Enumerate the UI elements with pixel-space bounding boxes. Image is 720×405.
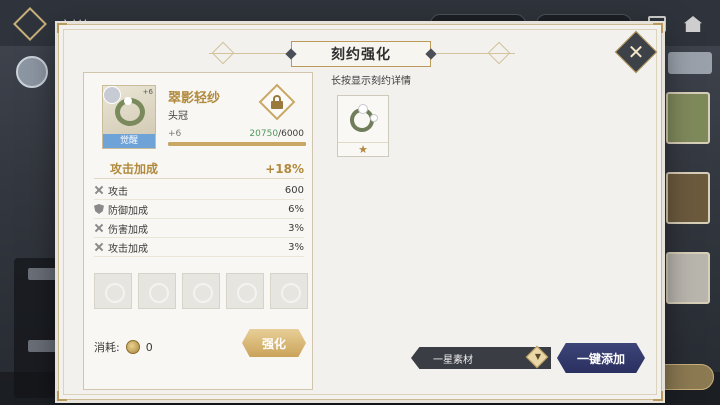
chevron-down-icon[interactable]: ▼ xyxy=(533,351,543,361)
corner-ornament xyxy=(653,391,663,401)
item-name: 翠影轻纱 xyxy=(168,91,221,106)
sword-icon xyxy=(94,185,104,195)
corner-ornament xyxy=(653,23,663,33)
wreath-icon xyxy=(115,97,145,126)
sub-stat-row: 攻击 600 xyxy=(94,181,304,200)
item-thumbnail[interactable]: +6 觉醒 xyxy=(102,85,156,149)
material-slot[interactable] xyxy=(226,273,264,309)
cost-label: 消耗: xyxy=(94,341,120,354)
sub-stat-row: 伤害加成 3% xyxy=(94,219,304,238)
sub-stat-value: 3% xyxy=(288,241,304,253)
sub-stat-name: 攻击加成 xyxy=(108,243,148,255)
sub-stat-name: 伤害加成 xyxy=(108,224,148,236)
thumb-level: +6 xyxy=(142,88,153,96)
corner-ornament xyxy=(57,23,67,33)
awaken-label: 觉醒 xyxy=(103,134,155,148)
enhance-modal: 刻约强化 ✕ +6 觉醒 翠影轻纱 头冠 +6 20750/6000 攻击加成 … xyxy=(57,23,663,401)
enhance-button[interactable]: 强化 xyxy=(242,329,306,357)
main-stat-name: 攻击加成 xyxy=(110,162,159,176)
coin-icon xyxy=(125,340,140,354)
sub-stat-value: 6% xyxy=(288,203,304,215)
material-slot[interactable] xyxy=(182,273,220,309)
sub-stats-list: 攻击 600 防御加成 6% 伤害加成 3% 攻击加成 3% xyxy=(94,181,304,257)
sub-stat-row: 防御加成 6% xyxy=(94,200,304,219)
material-slot[interactable] xyxy=(138,273,176,309)
xp-readout: 20750/6000 xyxy=(249,129,304,139)
xp-bar-fill xyxy=(168,142,306,146)
wreath-icon xyxy=(344,100,382,140)
xp-bar xyxy=(168,142,306,146)
material-item[interactable]: ★ xyxy=(337,95,389,157)
modal-title: 刻约强化 xyxy=(331,47,391,63)
sword-icon xyxy=(94,242,104,252)
xp-current: 20750 xyxy=(249,129,279,139)
sub-stat-value: 600 xyxy=(284,184,304,196)
sub-stat-name: 防御加成 xyxy=(108,205,148,217)
item-type: 头冠 xyxy=(168,111,188,122)
material-slot[interactable] xyxy=(270,273,308,309)
lock-icon[interactable] xyxy=(270,95,284,109)
background-item-card[interactable] xyxy=(666,92,710,144)
cost-value: 0 xyxy=(145,340,153,354)
shield-icon xyxy=(94,204,104,214)
star-icon: ★ xyxy=(338,142,388,156)
sword-icon xyxy=(94,223,104,233)
sub-stat-row: 攻击加成 3% xyxy=(94,238,304,257)
sub-stat-value: 3% xyxy=(288,222,304,234)
material-slot[interactable] xyxy=(94,273,132,309)
background-item-card[interactable] xyxy=(666,252,710,304)
xp-max: /6000 xyxy=(278,129,304,139)
sub-stat-name: 攻击 xyxy=(108,186,128,198)
item-card: +6 觉醒 翠影轻纱 头冠 +6 20750/6000 攻击加成 +18% 攻击… xyxy=(83,72,313,390)
main-stat-value: +18% xyxy=(265,161,304,176)
material-slots xyxy=(94,273,308,309)
title-ornament xyxy=(487,41,511,65)
modal-title-bar: 刻约强化 xyxy=(291,41,431,67)
close-icon[interactable]: ✕ xyxy=(621,37,651,67)
title-ornament xyxy=(211,41,235,65)
main-stat-row: 攻击加成 +18% xyxy=(94,159,304,179)
long-press-hint: 长按显示刻约详情 xyxy=(331,76,411,87)
character-avatar[interactable] xyxy=(16,56,48,88)
cost-row: 消耗: 0 xyxy=(94,339,153,355)
corner-ornament xyxy=(57,391,67,401)
background-item-card[interactable] xyxy=(666,172,710,224)
right-tab[interactable] xyxy=(668,52,712,74)
add-all-button[interactable]: 一键添加 xyxy=(557,343,645,373)
item-level: +6 xyxy=(168,129,182,139)
